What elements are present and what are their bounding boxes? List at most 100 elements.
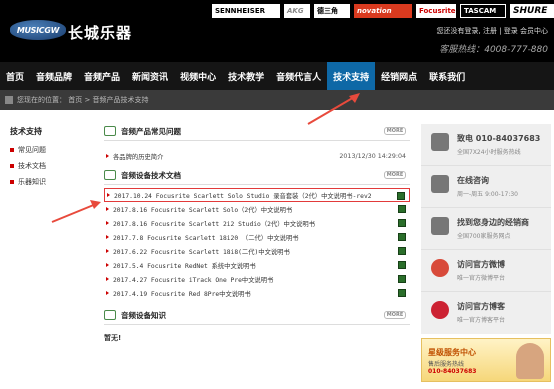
account-links[interactable]: 您还没有登录, 注册 | 登录 会员中心	[437, 26, 548, 36]
sidebar-item-title: 致电 010-84037683	[457, 134, 541, 143]
brand-shure[interactable]: SHURE	[510, 4, 554, 18]
bullet-icon	[10, 148, 14, 152]
download-icon[interactable]	[397, 192, 405, 200]
brand-focusrite[interactable]: Focusrite	[416, 4, 456, 18]
sidebar-call[interactable]: 致电 010-84037683 全国7X24小时服务热线	[421, 124, 551, 166]
section-header: 音频设备知识 MORE	[104, 308, 410, 322]
docs-section: 音频设备技术文档 MORE 2017.10.24 Focusrite Scarl…	[104, 168, 410, 300]
nav-tutorials[interactable]: 技术教学	[222, 62, 270, 90]
more-button[interactable]: MORE	[384, 127, 406, 135]
nav-contact[interactable]: 联系我们	[423, 62, 471, 90]
download-icon[interactable]	[398, 233, 406, 241]
banner-phone: 010-84037683	[428, 368, 477, 375]
docs-list: 2017.10.24 Focusrite Scarlett Solo Studi…	[104, 188, 410, 300]
bullet-arrow-icon	[106, 263, 109, 267]
doc-title[interactable]: 2017.8.16 Focusrite Scarlett 2i2 Studio（…	[113, 219, 315, 228]
download-icon[interactable]	[398, 289, 406, 297]
bullet-icon	[10, 180, 14, 184]
left-nav-title: 技术支持	[10, 127, 42, 136]
bullet-arrow-icon	[106, 277, 109, 281]
more-button[interactable]: MORE	[384, 311, 406, 319]
left-nav-tech-docs[interactable]: 技术文档	[10, 161, 90, 171]
breadcrumb: 您现在的位置： 首页 > 音频产品技术支持	[0, 90, 554, 110]
site-logo[interactable]: MUSICGW	[10, 20, 66, 40]
doc-row[interactable]: 2017.8.16 Focusrite Scarlett Solo（2代）中文说…	[104, 202, 410, 216]
breadcrumb-text[interactable]: 您现在的位置： 首页 > 音频产品技术支持	[17, 95, 149, 105]
download-icon[interactable]	[398, 261, 406, 269]
doc-title[interactable]: 2017.7.8 Focusrite Scarlett 18i20 （二代）中文…	[113, 233, 299, 242]
main-nav: 首页 音频品牌 音频产品 新闻资讯 视频中心 技术教学 音频代言人 技术支持 经…	[0, 62, 554, 90]
doc-row[interactable]: 2017.8.16 Focusrite Scarlett 2i2 Studio（…	[104, 216, 410, 230]
left-nav-knowledge[interactable]: 乐器知识	[10, 177, 90, 187]
doc-title[interactable]: 2017.5.4 Focusrite RedNet 系统中文说明书	[113, 261, 256, 270]
brand-novation[interactable]: novation	[354, 4, 412, 18]
download-icon[interactable]	[398, 247, 406, 255]
sidebar-item-title: 访问官方博客	[457, 302, 505, 311]
nav-tech-support[interactable]: 技术支持	[327, 62, 376, 90]
doc-title[interactable]: 2017.4.27 Focusrite iTrack One Pre中文说明书	[113, 275, 273, 284]
bullet-arrow-icon	[106, 291, 109, 295]
sidebar-item-sub: 全国7X24小时服务热线	[457, 149, 521, 156]
nav-video-center[interactable]: 视频中心	[174, 62, 222, 90]
doc-title[interactable]: 2017.10.24 Focusrite Scarlett Solo Studi…	[114, 191, 372, 200]
item-date: 2013/12/30 14:29:04	[339, 152, 406, 160]
arrowhead-first-doc	[90, 200, 101, 209]
nav-dealers[interactable]: 经销网点	[375, 62, 423, 90]
section-header: 音频产品常见问题 MORE	[104, 124, 410, 138]
bullet-arrow-icon	[106, 154, 109, 158]
doc-row[interactable]: 2017.4.27 Focusrite iTrack One Pre中文说明书	[104, 272, 410, 286]
site-name[interactable]: 长城乐器	[68, 22, 132, 43]
doc-row-highlighted[interactable]: 2017.10.24 Focusrite Scarlett Solo Studi…	[104, 188, 410, 202]
nav-endorsers[interactable]: 音频代言人	[270, 62, 327, 90]
nav-audio-products[interactable]: 音频产品	[78, 62, 126, 90]
site-header: MUSICGW 长城乐器 SENNHEISER AKG 德三角 novation…	[0, 0, 554, 62]
section-title: 音频设备知识	[121, 310, 166, 320]
sidebar-blog[interactable]: 访问官方博客 唯一官方博客平台	[421, 292, 551, 334]
doc-title[interactable]: 2017.6.22 Focusrite Scarlett 18i8(二代)中文说…	[113, 247, 290, 256]
nav-audio-brands[interactable]: 音频品牌	[30, 62, 78, 90]
left-nav-faq[interactable]: 常见问题	[10, 145, 90, 155]
bullet-arrow-icon	[106, 207, 109, 211]
bullet-arrow-icon	[106, 235, 109, 239]
item-title[interactable]: 各品牌的历史简介	[113, 152, 163, 161]
chat-bubble-icon	[104, 126, 116, 136]
doc-row[interactable]: 2017.5.4 Focusrite RedNet 系统中文说明书	[104, 258, 410, 272]
more-button[interactable]: MORE	[384, 171, 406, 179]
banner-subtitle: 售后服务热线	[428, 361, 465, 368]
blog-icon	[431, 301, 449, 319]
left-nav-label: 常见问题	[18, 146, 46, 154]
sidebar-online-chat[interactable]: 在线咨询周一-周五 9:00-17:30	[421, 166, 551, 208]
download-icon[interactable]	[398, 205, 406, 213]
doc-row[interactable]: 2017.6.22 Focusrite Scarlett 18i8(二代)中文说…	[104, 244, 410, 258]
faq-section: 音频产品常见问题 MORE 各品牌的历史简介 2013/12/30 14:29:…	[104, 124, 410, 163]
doc-row[interactable]: 2017.7.8 Focusrite Scarlett 18i20 （二代）中文…	[104, 230, 410, 244]
sidebar-item-title: 找到您身边的经销商	[457, 218, 529, 227]
brand-desanjiao[interactable]: 德三角	[314, 4, 350, 18]
download-icon[interactable]	[398, 275, 406, 283]
home-icon	[5, 96, 13, 104]
sidebar-dealer-finder[interactable]: 找到您身边的经销商 全国700家服务网点	[421, 208, 551, 250]
arrow-to-first-doc	[51, 203, 97, 223]
doc-row[interactable]: 2017.4.19 Focusrite Red 8Pre中文说明书	[104, 286, 410, 300]
brand-tascam[interactable]: TASCAM	[460, 4, 506, 18]
phone-icon	[431, 133, 449, 151]
brand-akg[interactable]: AKG	[284, 4, 310, 18]
brand-sennheiser[interactable]: SENNHEISER	[212, 4, 280, 18]
doc-title[interactable]: 2017.8.16 Focusrite Scarlett Solo（2代）中文说…	[113, 205, 292, 214]
bullet-arrow-icon	[106, 249, 109, 253]
bullet-icon	[10, 164, 14, 168]
doc-title[interactable]: 2017.4.19 Focusrite Red 8Pre中文说明书	[113, 289, 251, 298]
sidebar-weibo[interactable]: 访问官方微博 唯一官方微博平台	[421, 250, 551, 292]
nav-home[interactable]: 首页	[0, 62, 30, 90]
list-item[interactable]: 各品牌的历史简介 2013/12/30 14:29:04	[104, 149, 410, 163]
chat-icon	[431, 175, 449, 193]
divider	[104, 140, 410, 141]
divider	[104, 184, 410, 185]
sidebar-item-title: 访问官方微博	[457, 260, 505, 269]
sidebar-item-title: 在线咨询	[457, 176, 489, 185]
nav-news[interactable]: 新闻资讯	[126, 62, 174, 90]
download-icon[interactable]	[398, 219, 406, 227]
section-header: 音频设备技术文档 MORE	[104, 168, 410, 182]
sidebar-item-sub: 周一-周五 9:00-17:30	[457, 191, 519, 198]
service-center-banner[interactable]: 星级服务中心 售后服务热线 010-84037683	[421, 338, 551, 382]
